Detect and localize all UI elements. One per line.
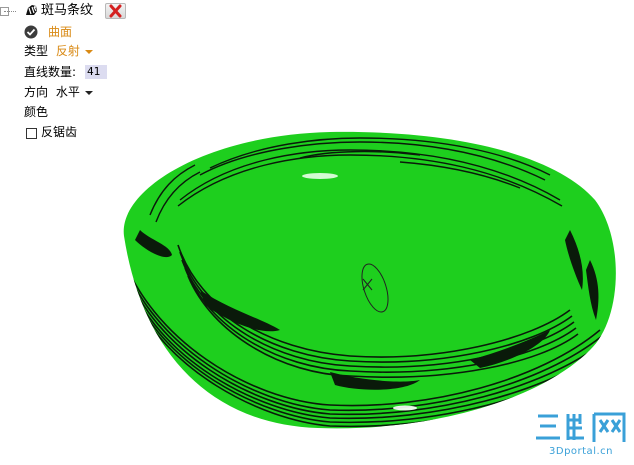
panel-title: 斑马条纹 bbox=[41, 3, 94, 18]
check-circle-icon bbox=[24, 25, 38, 39]
color-row[interactable]: 颜色 bbox=[24, 103, 48, 121]
antialias-checkbox[interactable] bbox=[26, 128, 37, 139]
watermark-url: 3Dportal.cn bbox=[549, 446, 613, 457]
direction-value: 水平 bbox=[55, 85, 80, 99]
close-button[interactable] bbox=[105, 3, 126, 19]
panel-title-row: 斑马条纹 bbox=[0, 0, 140, 19]
close-icon bbox=[109, 4, 122, 18]
direction-row: 方向 水平 bbox=[24, 83, 93, 101]
direction-dropdown[interactable]: 水平 bbox=[56, 85, 93, 99]
type-row: 类型 反射 bbox=[24, 42, 93, 60]
zebra-ring bbox=[123, 131, 616, 429]
type-dropdown[interactable]: 反射 bbox=[56, 44, 93, 58]
antialias-row: 反锯齿 bbox=[41, 123, 77, 141]
color-label[interactable]: 颜色 bbox=[24, 105, 48, 119]
line-count-input[interactable]: 41 bbox=[85, 65, 107, 79]
chevron-down-icon bbox=[84, 90, 93, 95]
tree-connector bbox=[4, 11, 16, 13]
type-label: 类型 bbox=[24, 44, 49, 58]
zebra-icon bbox=[26, 5, 37, 15]
surface-label[interactable]: 曲面 bbox=[48, 23, 72, 41]
line-count-label: 直线数量: bbox=[24, 65, 77, 79]
direction-label: 方向 bbox=[24, 85, 49, 99]
type-value: 反射 bbox=[55, 44, 80, 58]
chevron-down-icon bbox=[84, 49, 93, 54]
antialias-label: 反锯齿 bbox=[41, 125, 78, 139]
site-watermark: 3Dportal.cn bbox=[532, 410, 630, 460]
line-count-row: 直线数量: bbox=[24, 63, 76, 81]
site-logo bbox=[536, 412, 626, 442]
zebra-stripe-panel: 斑马条纹 曲面 类型 反射 直线数量: 41 方向 水平 颜色 反锯齿 bbox=[0, 0, 200, 150]
